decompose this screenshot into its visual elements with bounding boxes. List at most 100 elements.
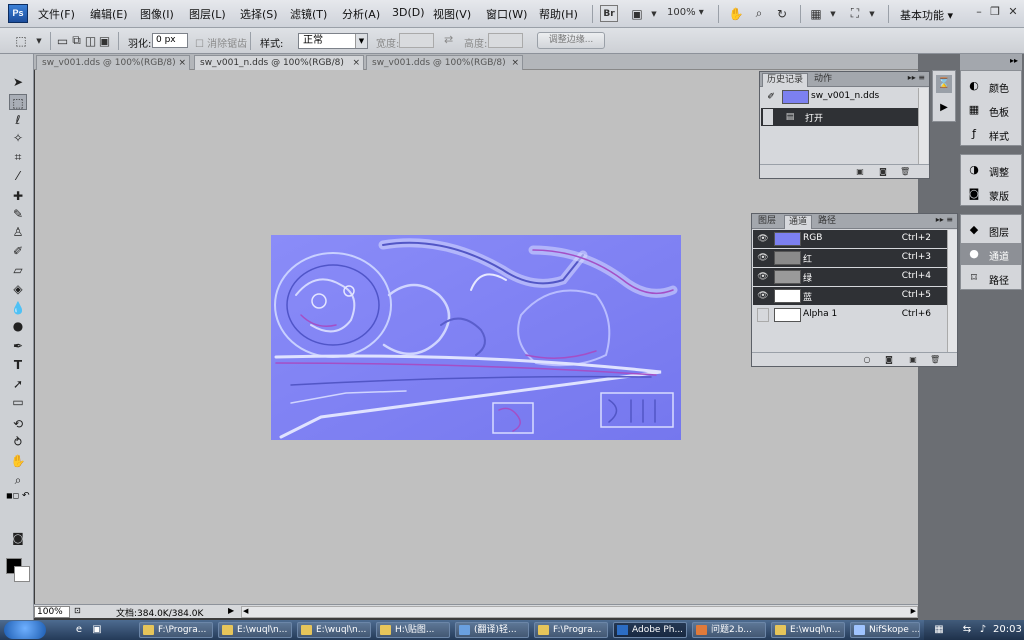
lasso-icon[interactable]: ℓ: [9, 112, 27, 128]
ie-icon[interactable]: e: [72, 623, 86, 637]
zoom-level-menu[interactable]: 100% ▾: [667, 7, 704, 18]
menu-edit[interactable]: 编辑(E): [90, 6, 128, 22]
trash-icon[interactable]: 🗑: [900, 167, 910, 176]
dock-item-color[interactable]: ◐ 颜色: [961, 75, 1021, 97]
tab-actions[interactable]: 动作: [810, 73, 836, 87]
channel-row-blue[interactable]: 👁 蓝 Ctrl+5: [753, 287, 947, 305]
tab-document-1[interactable]: sw_v001.dds @ 100%(RGB/8) ×: [36, 55, 190, 70]
new-channel-icon[interactable]: ▣: [908, 355, 918, 364]
clone-stamp-icon[interactable]: ♙: [9, 224, 27, 240]
intersect-selection-icon[interactable]: ▣: [98, 32, 111, 49]
close-icon[interactable]: ×: [178, 56, 186, 70]
dock-item-styles[interactable]: ƒ 样式: [961, 123, 1021, 145]
close-icon[interactable]: ×: [511, 56, 519, 70]
default-colors-icon[interactable]: ◼◻: [6, 491, 19, 500]
zoom-field[interactable]: 100%: [34, 606, 70, 618]
menu-help[interactable]: 帮助(H): [539, 6, 578, 22]
trash-icon[interactable]: 🗑: [930, 355, 940, 364]
dock-item-adjustments[interactable]: ◑ 调整: [961, 159, 1021, 181]
dock-item-channels[interactable]: ● 通道: [961, 243, 1021, 265]
eye-icon[interactable]: 👁: [756, 250, 770, 266]
tab-history[interactable]: 历史记录: [762, 73, 809, 87]
dock-item-paths[interactable]: ⌑ 路径: [961, 267, 1021, 289]
chevron-down-icon[interactable]: ▼: [645, 5, 663, 22]
menu-analysis[interactable]: 分析(A): [342, 6, 380, 22]
task-button-active[interactable]: Adobe Ph...: [613, 622, 687, 638]
task-button[interactable]: F:\Progra...: [534, 622, 608, 638]
status-info-icon[interactable]: ⊡: [74, 606, 81, 615]
task-button[interactable]: E:\wuql\n...: [218, 622, 292, 638]
restore-icon[interactable]: ❐: [988, 5, 1002, 19]
channels-scrollbar[interactable]: [947, 230, 957, 353]
chevron-down-icon[interactable]: ▼: [30, 32, 48, 49]
rectangular-marquee-icon[interactable]: ⬚: [9, 94, 27, 110]
brush-icon[interactable]: ✎: [9, 206, 27, 222]
rectangle-shape-icon[interactable]: ▭: [9, 394, 27, 410]
add-selection-icon[interactable]: ⧉: [70, 32, 83, 49]
eye-icon[interactable]: 👁: [756, 269, 770, 285]
screen-mode-icon[interactable]: ▣: [628, 5, 646, 22]
pen-icon[interactable]: ✒: [9, 338, 27, 354]
arrange-documents-icon[interactable]: ▦: [807, 5, 825, 22]
dock-item-masks[interactable]: ◙ 蒙版: [961, 183, 1021, 205]
new-selection-icon[interactable]: ▭: [56, 32, 69, 49]
actions-panel-icon[interactable]: ▶: [936, 99, 952, 117]
task-button[interactable]: NifSkope ...: [850, 622, 920, 638]
quick-mask-icon[interactable]: ◙: [9, 530, 27, 546]
channel-row-alpha[interactable]: Alpha 1 Ctrl+6: [753, 306, 947, 324]
tab-paths[interactable]: 路径: [814, 215, 840, 229]
refine-edge-button[interactable]: 调整边缘...: [537, 32, 605, 49]
dock-item-swatches[interactable]: ▦ 色板: [961, 99, 1021, 121]
task-button[interactable]: H:\贴图...: [376, 622, 450, 638]
height-input[interactable]: [488, 33, 523, 48]
zoom-tool-icon[interactable]: ⌕: [9, 472, 27, 488]
horizontal-scrollbar[interactable]: ◀ ▶: [241, 606, 918, 618]
scroll-right-icon[interactable]: ▶: [911, 607, 916, 615]
menu-image[interactable]: 图像(I): [140, 6, 174, 22]
menu-filter[interactable]: 滤镜(T): [290, 6, 327, 22]
type-tool-icon[interactable]: T: [9, 357, 27, 373]
status-menu-arrow-icon[interactable]: ▶: [228, 606, 234, 615]
blur-icon[interactable]: 💧: [9, 300, 27, 316]
eye-toggle-box[interactable]: [757, 308, 769, 322]
magic-wand-icon[interactable]: ✧: [9, 130, 27, 146]
screen-mode-icon[interactable]: ⛶: [846, 5, 864, 22]
antialias-checkbox[interactable]: ☐ 消除锯齿: [195, 35, 247, 50]
history-brush-source-icon[interactable]: ✐: [764, 89, 778, 105]
network-icon[interactable]: ⇆: [960, 623, 974, 637]
eye-icon[interactable]: 👁: [756, 231, 770, 247]
marquee-preset-icon[interactable]: ⬚: [12, 32, 30, 49]
task-button[interactable]: (翻译)轻...: [455, 622, 529, 638]
history-panel-icon[interactable]: ⌛: [936, 75, 952, 93]
history-scrollbar[interactable]: [918, 88, 928, 164]
load-selection-icon[interactable]: ○: [862, 355, 872, 364]
menu-window[interactable]: 窗口(W): [486, 6, 527, 22]
workspace-switcher[interactable]: 基本功能 ▾: [900, 7, 953, 23]
subtract-selection-icon[interactable]: ◫: [84, 32, 97, 49]
task-button[interactable]: E:\wuql\n...: [771, 622, 845, 638]
clock[interactable]: 20:03: [993, 624, 1022, 635]
new-snapshot-icon[interactable]: ◙: [878, 167, 888, 176]
dodge-icon[interactable]: ●: [9, 318, 27, 334]
channel-row-rgb[interactable]: 👁 RGB Ctrl+2: [753, 230, 947, 248]
new-document-from-state-icon[interactable]: ▣: [855, 167, 865, 176]
volume-icon[interactable]: ♪: [976, 623, 990, 637]
tab-layers[interactable]: 图层: [754, 215, 780, 229]
tray-icon[interactable]: ▦: [932, 623, 946, 637]
close-icon[interactable]: ✕: [1006, 5, 1020, 19]
width-input[interactable]: [399, 33, 434, 48]
background-color-swatch[interactable]: [14, 566, 30, 582]
history-step-row[interactable]: ▤ 打开: [761, 108, 918, 126]
scroll-left-icon[interactable]: ◀: [243, 607, 248, 615]
menu-select[interactable]: 选择(S): [240, 6, 278, 22]
path-selection-icon[interactable]: ➚: [9, 376, 27, 392]
history-snapshot-row[interactable]: ✐ sw_v001_n.dds: [761, 88, 919, 106]
paint-bucket-icon[interactable]: ◈: [9, 281, 27, 297]
quick-launch-icon[interactable]: ▣: [90, 623, 104, 637]
panel-menu-icon[interactable]: ▸▸ ≡: [936, 215, 953, 224]
chevron-down-icon[interactable]: ▼: [863, 5, 881, 22]
menu-view[interactable]: 视图(V): [433, 6, 471, 22]
tab-channels[interactable]: 通道: [784, 215, 813, 229]
healing-brush-icon[interactable]: ✚: [9, 188, 27, 204]
menu-file[interactable]: 文件(F): [38, 6, 75, 22]
